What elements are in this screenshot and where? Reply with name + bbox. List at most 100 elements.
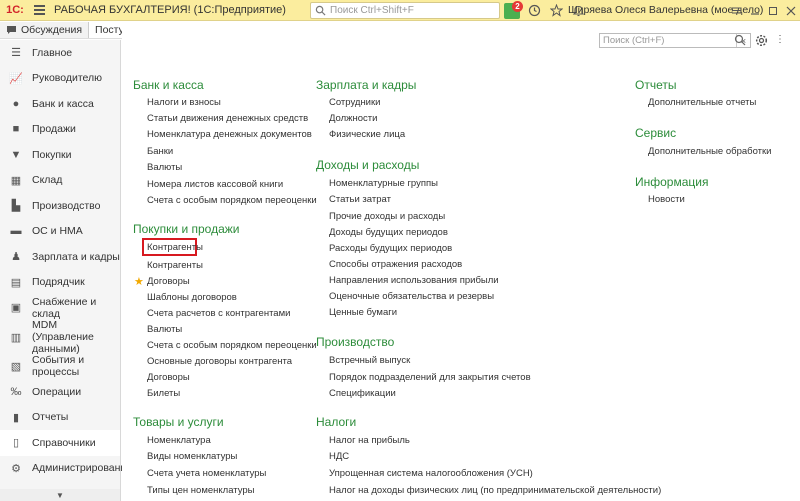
link-ndfl-business[interactable]: Налог на доходы физических лиц (по предп… bbox=[329, 485, 661, 496]
link-division-order[interactable]: Порядок подразделений для закрытия счето… bbox=[329, 372, 531, 383]
link-usn[interactable]: Упрощенная система налогообложения (УСН) bbox=[329, 468, 533, 479]
link-specifications[interactable]: Спецификации bbox=[329, 388, 396, 399]
link-revaluation-accounts-2[interactable]: Счета с особым порядком переоценки bbox=[147, 340, 317, 351]
link-expense-reflection[interactable]: Способы отражения расходов bbox=[329, 259, 462, 270]
global-search-input[interactable]: Поиск Ctrl+Shift+F bbox=[310, 2, 500, 19]
link-settlement-accounts[interactable]: Счета расчетов с контрагентами bbox=[147, 308, 290, 319]
link-banks[interactable]: Банки bbox=[147, 146, 173, 157]
link-tickets[interactable]: Билеты bbox=[147, 388, 180, 399]
sidebar-scroll-down[interactable]: ▼ bbox=[0, 489, 120, 501]
sidebar-item-warehouse[interactable]: ▦ Склад bbox=[0, 168, 120, 194]
search-icon[interactable] bbox=[734, 34, 746, 46]
sidebar-item-catalogs[interactable]: ▯ Справочники bbox=[0, 430, 120, 456]
link-additional-reports[interactable]: Дополнительные отчеты bbox=[648, 97, 756, 108]
history-button[interactable] bbox=[525, 2, 543, 20]
settings-icon[interactable] bbox=[731, 5, 742, 16]
sidebar-item-salary[interactable]: ♟ Зарплата и кадры bbox=[0, 244, 120, 270]
link-currencies[interactable]: Валюты bbox=[147, 162, 182, 173]
link-employees[interactable]: Сотрудники bbox=[329, 97, 380, 108]
tab-receipt[interactable]: Поступле bbox=[88, 22, 122, 38]
tab-discussions[interactable]: Обсуждения bbox=[0, 22, 88, 38]
notifications-button[interactable]: 2 bbox=[503, 0, 523, 20]
sidebar-item-reports[interactable]: ▮ Отчеты bbox=[0, 405, 120, 431]
menu-icon: ☰ bbox=[11, 47, 21, 60]
link-contracts-2[interactable]: Договоры bbox=[147, 372, 190, 383]
settings-gear-icon[interactable] bbox=[755, 34, 768, 47]
coin-icon: ● bbox=[12, 97, 20, 110]
sidebar-item-production[interactable]: ▙ Производство bbox=[0, 193, 120, 219]
chart-icon: 📈 bbox=[9, 72, 23, 85]
link-vat[interactable]: НДС bbox=[329, 451, 349, 462]
section-information: Информация bbox=[635, 175, 709, 189]
doc-icon: ▧ bbox=[10, 360, 22, 373]
sidebar-item-supply[interactable]: ▣ Снабжение и склад bbox=[0, 295, 120, 321]
section-bank-cash: Банк и касса bbox=[133, 78, 204, 92]
link-individuals[interactable]: Физические лица bbox=[329, 129, 405, 140]
link-money-docs-nomenclature[interactable]: Номенклатура денежных документов bbox=[147, 129, 312, 140]
cart-icon: ▼ bbox=[10, 148, 22, 161]
panel-search-input[interactable]: Поиск (Ctrl+F) × bbox=[599, 33, 751, 48]
sidebar-item-sales[interactable]: ■ Продажи bbox=[0, 117, 120, 143]
section-purchases-sales: Покупки и продажи bbox=[133, 222, 240, 236]
link-deferred-income[interactable]: Доходы будущих периодов bbox=[329, 227, 448, 238]
report-icon: ▮ bbox=[12, 411, 20, 424]
maximize-icon[interactable] bbox=[768, 6, 778, 16]
sidebar-item-contractor[interactable]: ▤ Подрядчик bbox=[0, 270, 120, 296]
sidebar-item-events[interactable]: ▧ События и процессы bbox=[0, 354, 120, 380]
link-nomenclature[interactable]: Номенклатура bbox=[147, 435, 211, 446]
link-profit-usage[interactable]: Направления использования прибыли bbox=[329, 275, 499, 286]
link-positions[interactable]: Должности bbox=[329, 113, 377, 124]
link-profit-tax[interactable]: Налог на прибыль bbox=[329, 435, 410, 446]
gear-icon: ⚙ bbox=[11, 462, 21, 475]
link-revaluation-accounts[interactable]: Счета с особым порядком переоценки bbox=[147, 195, 317, 206]
main-menu-button[interactable] bbox=[30, 0, 48, 21]
link-deferred-expenses[interactable]: Расходы будущих периодов bbox=[329, 243, 452, 254]
link-news[interactable]: Новости bbox=[648, 194, 685, 205]
factory-icon: ▙ bbox=[11, 200, 21, 213]
database-icon: ▥ bbox=[10, 331, 22, 344]
section-income-expenses: Доходы и расходы bbox=[316, 158, 420, 172]
link-cashflow-items[interactable]: Статьи движения денежных средств bbox=[147, 113, 308, 124]
sidebar-item-purchases[interactable]: ▼ Покупки bbox=[0, 142, 120, 168]
star-icon bbox=[549, 4, 563, 17]
sections-sidebar: ☰ Главное 📈 Руководителю ● Банк и касса ■ Пр… bbox=[0, 40, 132, 501]
chat-icon bbox=[7, 26, 16, 34]
favorite-star-icon: ★ bbox=[134, 276, 144, 288]
link-nomenclature-accounts[interactable]: Счета учета номенклатуры bbox=[147, 468, 266, 479]
link-contract-templates[interactable]: Шаблоны договоров bbox=[147, 292, 237, 303]
link-nomenclature-types[interactable]: Виды номенклатуры bbox=[147, 451, 237, 462]
link-currencies-2[interactable]: Валюты bbox=[147, 324, 182, 335]
car-icon: ▬ bbox=[10, 225, 22, 238]
link-contracts[interactable]: Договоры bbox=[147, 276, 190, 287]
link-price-types[interactable]: Типы цен номенклатуры bbox=[147, 485, 255, 496]
app-title: РАБОЧАЯ БУХГАЛТЕРИЯ! (1С:Предприятие) bbox=[54, 4, 286, 16]
link-other-income-expenses[interactable]: Прочие доходы и расходы bbox=[329, 211, 445, 222]
section-salary-hr: Зарплата и кадры bbox=[316, 78, 417, 92]
link-nomenclature-groups[interactable]: Номенклатурные группы bbox=[329, 178, 438, 189]
sidebar-item-bank[interactable]: ● Банк и касса bbox=[0, 91, 120, 117]
sidebar-item-assets[interactable]: ▬ ОС и НМА bbox=[0, 219, 120, 245]
sidebar-item-main[interactable]: ☰ Главное bbox=[0, 40, 120, 66]
folder-icon: ▤ bbox=[10, 276, 22, 289]
favorites-button[interactable] bbox=[547, 2, 565, 20]
close-icon[interactable] bbox=[786, 6, 796, 16]
sidebar-item-operations[interactable]: ‰ Операции bbox=[0, 379, 120, 405]
sidebar-item-mdm[interactable]: ▥ MDM (Управление данными) bbox=[0, 319, 120, 355]
title-bar: 1С: РАБОЧАЯ БУХГАЛТЕРИЯ! (1С:Предприятие… bbox=[0, 0, 800, 21]
link-cash-book-sheets[interactable]: Номера листов кассовой книги bbox=[147, 179, 283, 190]
minimize-icon[interactable] bbox=[750, 6, 760, 16]
more-actions-icon[interactable]: ⋮ bbox=[775, 34, 785, 45]
sidebar-item-director[interactable]: 📈 Руководителю bbox=[0, 66, 120, 92]
link-counterparties-highlighted[interactable]: Контрагенты bbox=[147, 242, 203, 253]
link-main-contracts[interactable]: Основные договоры контрагента bbox=[147, 356, 292, 367]
link-securities[interactable]: Ценные бумаги bbox=[329, 307, 397, 318]
chevron-down-icon: ▼ bbox=[56, 490, 64, 500]
link-additional-processing[interactable]: Дополнительные обработки bbox=[648, 146, 771, 157]
box-icon: ▣ bbox=[10, 302, 22, 315]
sidebar-item-admin[interactable]: ⚙ Администрирование bbox=[0, 456, 132, 482]
link-counterparties[interactable]: Контрагенты bbox=[147, 260, 203, 271]
link-taxes-contributions[interactable]: Налоги и взносы bbox=[147, 97, 221, 108]
link-counter-output[interactable]: Встречный выпуск bbox=[329, 355, 410, 366]
link-cost-items[interactable]: Статьи затрат bbox=[329, 194, 391, 205]
link-estimated-liabilities[interactable]: Оценочные обязательства и резервы bbox=[329, 291, 494, 302]
